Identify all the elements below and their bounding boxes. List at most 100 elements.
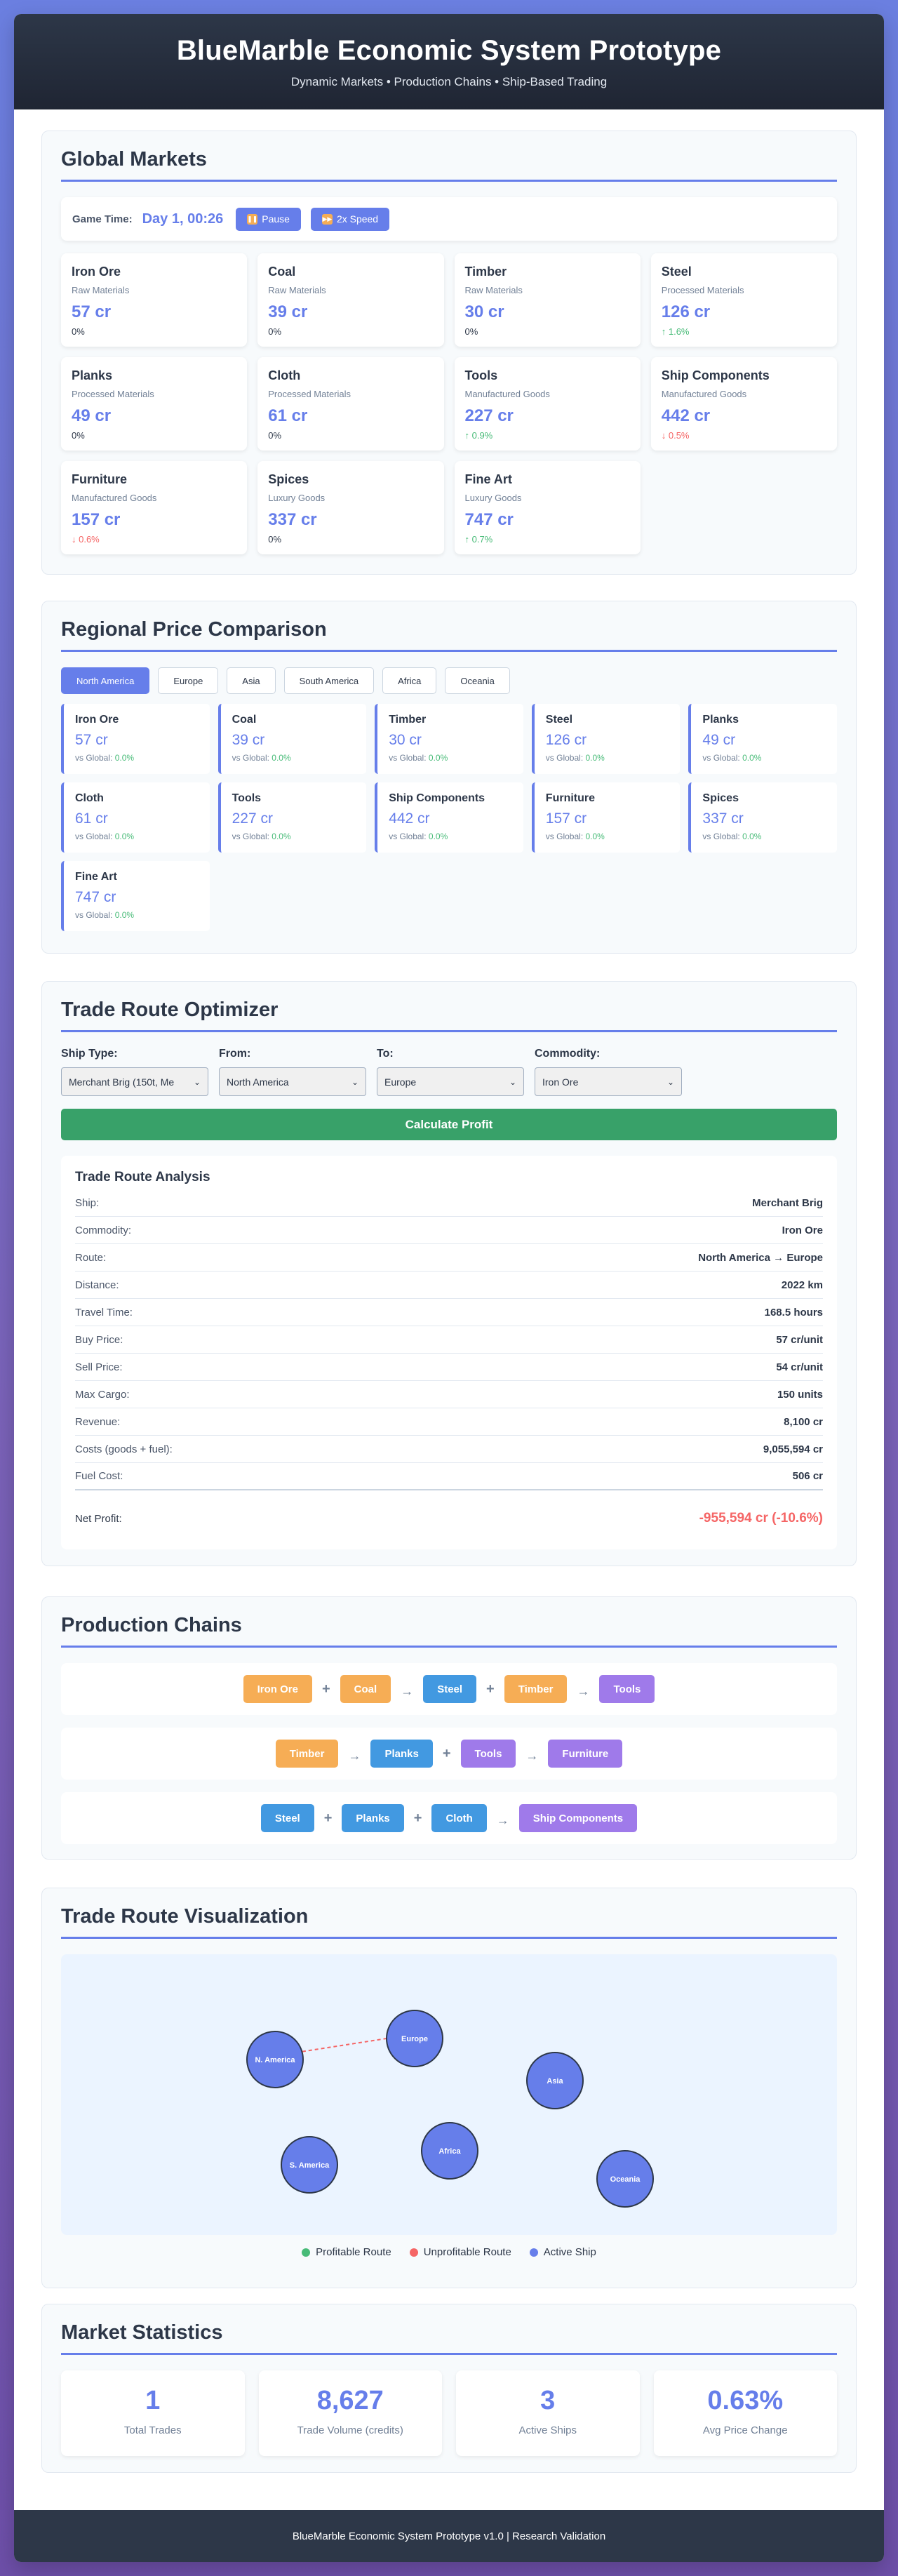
region-node[interactable]: Europe — [386, 2010, 443, 2067]
game-time-label: Game Time: — [72, 213, 133, 225]
form-field: To: Europe ⌄ — [377, 1048, 524, 1096]
page-title: BlueMarble Economic System Prototype — [176, 35, 722, 66]
analysis-key: Max Cargo: — [75, 1388, 130, 1401]
chain-node: Iron Ore — [243, 1675, 312, 1703]
analysis-key: Route: — [75, 1251, 107, 1264]
region-tab[interactable]: North America — [61, 667, 150, 694]
vs-global: vs Global: 0.0% — [232, 753, 356, 763]
calculate-profit-button[interactable]: Calculate Profit — [61, 1109, 837, 1140]
chain-node: Tools — [599, 1675, 655, 1703]
market-grid: Iron Ore Raw Materials 57 cr 0% Coal Raw Mate… — [61, 253, 837, 554]
region-node[interactable]: Asia — [526, 2052, 584, 2109]
net-profit-label: Net Profit: — [75, 1512, 122, 1525]
stat-label: Total Trades — [123, 2424, 182, 2436]
chain-node: Planks — [342, 1804, 404, 1832]
vs-global-value: 0.0% — [114, 910, 135, 920]
analysis-value: 8,100 cr — [784, 1415, 823, 1428]
region-node[interactable]: N. America — [246, 2031, 304, 2088]
legend-dot-icon — [302, 2248, 311, 2257]
market-card[interactable]: Timber Raw Materials 30 cr 0% — [454, 253, 641, 347]
chain-node: Timber — [504, 1675, 568, 1703]
field-select[interactable]: North America ⌄ — [219, 1067, 366, 1096]
market-card[interactable]: Iron Ore Raw Materials 57 cr 0% — [61, 253, 248, 347]
vs-global-label: vs Global: — [75, 832, 113, 841]
regional-price-card: Spices 337 cr vs Global: 0.0% — [688, 782, 837, 853]
chain-node: Cloth — [431, 1804, 487, 1832]
commodity-name: Planks — [72, 368, 113, 382]
commodity-name: Iron Ore — [75, 714, 119, 726]
region-node[interactable]: Oceania — [596, 2150, 654, 2208]
vs-global-label: vs Global: — [702, 753, 740, 763]
regional-price-card: Furniture 157 cr vs Global: 0.0% — [531, 782, 681, 853]
legend-item: Unprofitable Route — [409, 2246, 511, 2258]
region-label: Africa — [438, 2147, 461, 2156]
vs-global-value: 0.0% — [272, 832, 291, 841]
regional-price: 39 cr — [232, 732, 265, 748]
regional-price-card: Timber 30 cr vs Global: 0.0% — [375, 704, 523, 774]
region-node[interactable]: Africa — [421, 2122, 478, 2180]
market-card[interactable]: Ship Components Manufactured Goods 442 cr ↓… — [650, 357, 837, 451]
market-card[interactable]: Steel Processed Materials 126 cr ↑ 1.6% — [650, 253, 837, 347]
commodity-name: Tools — [464, 368, 498, 382]
regional-price: 126 cr — [545, 732, 587, 748]
field-select[interactable]: Merchant Brig (150t, Me ⌄ — [61, 1067, 208, 1096]
commodity-category: Manufactured Goods — [661, 389, 747, 399]
market-card[interactable]: Planks Processed Materials 49 cr 0% — [61, 357, 248, 451]
speed-button[interactable]: ▶▶ 2x Speed — [310, 207, 390, 231]
regional-price: 30 cr — [389, 732, 422, 748]
stat-card: 1 Total Trades — [61, 2370, 245, 2456]
vs-global-value: 0.0% — [585, 832, 605, 841]
select-value: Iron Ore — [542, 1076, 579, 1088]
commodity-price: 49 cr — [72, 406, 112, 425]
game-controls: Game Time: Day 1, 00:26 ❚❚ Pause ▶▶ 2x S… — [61, 197, 837, 241]
region-tab[interactable]: Africa — [382, 667, 437, 694]
field-select[interactable]: Europe ⌄ — [377, 1067, 524, 1096]
trade-route-line — [295, 2038, 387, 2053]
market-card[interactable]: Fine Art Luxury Goods 747 cr ↑ 0.7% — [454, 461, 641, 554]
section-title: Regional Price Comparison — [61, 618, 837, 652]
commodity-name: Coal — [268, 265, 296, 279]
page-header: BlueMarble Economic System Prototype Dyn… — [14, 14, 884, 109]
market-card[interactable]: Tools Manufactured Goods 227 cr ↑ 0.9% — [454, 357, 641, 451]
commodity-name: Steel — [661, 265, 692, 279]
chevron-down-icon: ⌄ — [666, 1076, 674, 1087]
region-tab[interactable]: Oceania — [445, 667, 510, 694]
arrow-icon: → — [577, 1683, 590, 1698]
market-card[interactable]: Furniture Manufactured Goods 157 cr ↓ 0.6% — [61, 461, 248, 554]
global-markets-section: Global Markets Game Time: Day 1, 00:26 ❚… — [41, 131, 857, 575]
commodity-category: Manufactured Goods — [464, 389, 550, 399]
regional-price-card: Tools 227 cr vs Global: 0.0% — [217, 782, 367, 853]
region-tab[interactable]: Europe — [158, 667, 219, 694]
region-tab[interactable]: South America — [283, 667, 375, 694]
region-node[interactable]: S. America — [281, 2136, 338, 2194]
vs-global-label: vs Global: — [75, 753, 113, 763]
chain-node: Steel — [260, 1804, 314, 1832]
pause-button[interactable]: ❚❚ Pause — [236, 207, 301, 231]
form-field: Ship Type: Merchant Brig (150t, Me ⌄ — [61, 1048, 208, 1096]
market-card[interactable]: Spices Luxury Goods 337 cr 0% — [257, 461, 444, 554]
legend-item: Active Ship — [529, 2246, 596, 2258]
price-change: ↑ 1.6% — [661, 326, 690, 337]
regional-price-card: Fine Art 747 cr vs Global: 0.0% — [61, 861, 210, 931]
commodity-name: Planks — [702, 714, 739, 726]
region-tab[interactable]: Asia — [227, 667, 276, 694]
analysis-value: 168.5 hours — [764, 1306, 823, 1319]
form-field: Commodity: Iron Ore ⌄ — [535, 1048, 682, 1096]
vs-global-label: vs Global: — [232, 753, 269, 763]
analysis-value: 57 cr/unit — [776, 1333, 823, 1346]
field-select[interactable]: Iron Ore ⌄ — [535, 1067, 682, 1096]
analysis-row: Distance: 2022 km — [75, 1272, 823, 1299]
commodity-category: Processed Materials — [661, 285, 744, 295]
market-card[interactable]: Cloth Processed Materials 61 cr 0% — [257, 357, 444, 451]
vs-global-label: vs Global: — [702, 832, 740, 841]
market-card[interactable]: Coal Raw Materials 39 cr 0% — [257, 253, 444, 347]
commodity-category: Raw Materials — [268, 285, 326, 295]
price-change: ↑ 0.9% — [464, 430, 493, 441]
analysis-row: Revenue: 8,100 cr — [75, 1408, 823, 1436]
form-field: From: North America ⌄ — [219, 1048, 366, 1096]
analysis-value: 150 units — [777, 1388, 823, 1401]
commodity-name: Cloth — [268, 368, 301, 382]
chain-node: Timber — [275, 1740, 339, 1768]
commodity-name: Fine Art — [464, 472, 512, 486]
plus-icon: + — [442, 1745, 451, 1761]
